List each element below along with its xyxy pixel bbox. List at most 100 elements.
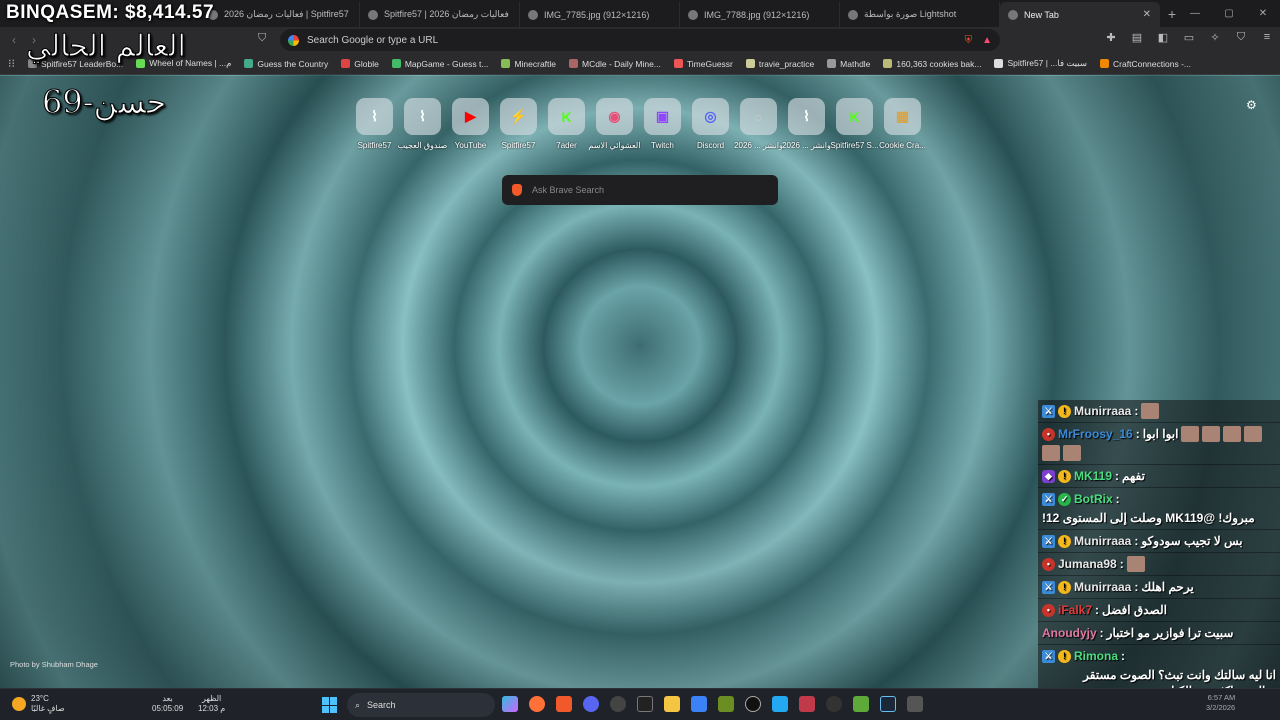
bookmark-item[interactable]: Mathdle [827,59,870,69]
chat-username[interactable]: iFalk7 [1058,602,1092,618]
shortcut-tile[interactable]: ⌇ 2026 ... وانشر [782,98,831,150]
tab-5[interactable]: New Tab ✕ [1000,2,1160,27]
shortcut-tile[interactable]: K 7ader [548,98,585,150]
chat-separator: : [1099,626,1104,640]
page-settings-icon[interactable]: ⚙ [1246,98,1257,112]
close-window-icon[interactable]: ✕ [1246,0,1280,27]
brave-search-box[interactable]: Ask Brave Search [502,175,778,205]
shortcut-icon: ⌇ [356,98,393,135]
chat-username[interactable]: Rimona [1074,648,1118,664]
chat-text: بس لا تجيب سودوكو [1141,534,1243,548]
back-icon[interactable]: ‹ [4,33,24,47]
search-icon: ⌕ [355,699,361,710]
chat-username[interactable]: MrFroosy_16 [1058,426,1133,442]
weather-widget[interactable]: 23°C صافٍ غالبًا [12,694,65,714]
shortcut-icon: ⌇ [404,98,441,135]
chatgpt-icon[interactable] [826,696,842,712]
wallet-icon[interactable]: ▭ [1182,31,1196,44]
tab-2[interactable]: IMG_7785.jpg (912×1216) [520,2,680,27]
chat-username[interactable]: Jumana98 [1058,556,1117,572]
apps-icon[interactable]: ⁝⁝ [8,57,15,70]
shortcut-tile[interactable]: ◎ Discord [692,98,729,150]
photos-icon[interactable] [799,696,815,712]
chat-separator: : [1134,404,1139,418]
github-icon[interactable] [745,696,761,712]
vpn-icon[interactable]: ⛉ [1234,31,1248,44]
bookmark-item[interactable]: MapGame - Guess t... [391,59,488,69]
chat-username[interactable]: BotRix [1074,491,1113,507]
bookmark-item[interactable]: Globle [341,59,379,69]
reader-icon[interactable]: ▤ [1130,31,1144,44]
vscode-icon[interactable] [772,696,788,712]
emote-icon [1042,445,1060,461]
tab-3[interactable]: IMG_7788.jpg (912×1216) [680,2,840,27]
shortcut-tile[interactable]: ◉ العشوائي الاسم [589,98,640,150]
sun-icon [12,697,26,711]
discord-icon[interactable] [583,696,599,712]
menu-icon[interactable]: ≡ [1260,31,1274,44]
obs-icon[interactable] [610,696,626,712]
world-overlay: العالم الحالي [26,29,187,65]
tray-date: 3/2/2026 [1206,703,1236,712]
tab-1[interactable]: Spitfire57 | فعاليات رمضان 2026 [360,2,520,27]
sidebar-icon[interactable]: ◧ [1156,31,1170,44]
brave-lion-icon [512,184,522,196]
taskbar-apps [502,696,923,712]
red-badge-icon: • [1042,557,1055,571]
shortcut-tile[interactable]: K Spitfire57 S... [830,98,879,150]
brave-shield-icon[interactable]: ⛨ [965,35,973,46]
bookmark-item[interactable]: TimeGuessr [673,59,733,69]
chat-username[interactable]: Anoudyjy [1042,625,1097,641]
shortcut-tile[interactable]: ⌇ Spitfire57 [356,98,393,150]
copilot-icon[interactable] [502,696,518,712]
bookmark-item[interactable]: travie_practice [745,59,814,69]
start-icon[interactable] [322,697,338,713]
chat-username[interactable]: Munirraaa [1074,579,1131,595]
shortcut-icon: ◉ [596,98,633,135]
chat-text: يرحم اهلك [1141,580,1194,594]
system-tray-clock[interactable]: 6:57 AM 3/2/2026 [1206,693,1235,713]
chat-username[interactable]: MK119 [1074,468,1112,484]
bookmark-item[interactable]: Guess the Country [244,59,328,69]
taskbar-search[interactable]: ⌕ Search [347,693,495,717]
shortcut-tile[interactable]: ▦ Cookie Cra... [879,98,926,150]
shortcut-tile[interactable]: ▶ YouTube [452,98,489,150]
brave-icon[interactable] [556,696,572,712]
shortcut-tile[interactable]: ⚡ Spitfire57 [500,98,537,150]
epic-icon[interactable] [637,696,653,712]
shortcut-tile[interactable]: ⌇ صندوق العجيب [398,98,447,150]
bookmark-item[interactable]: CraftConnections -... [1100,59,1191,69]
shortcut-tile[interactable]: ▣ Twitch [644,98,681,150]
terminal-icon[interactable] [718,696,734,712]
messenger-icon[interactable] [691,696,707,712]
calculator-icon[interactable] [907,696,923,712]
address-placeholder: Search Google or type a URL [307,34,439,46]
chat-separator: : [1121,649,1126,663]
file-explorer-icon[interactable] [664,696,680,712]
bookmark-item[interactable]: MCdle - Daily Mine... [569,59,661,69]
maximize-icon[interactable]: ▢ [1212,0,1246,27]
leo-icon[interactable]: ✧ [1208,31,1222,44]
brave-rewards-icon[interactable]: ▲ [982,35,992,46]
timer-label: بعد [162,694,173,703]
firefox-icon[interactable] [529,696,545,712]
chat-message: • MrFroosy_16: ابوا ابوا [1038,423,1280,465]
address-bar[interactable]: Search Google or type a URL ⛨ ▲ [280,29,1000,51]
chat-username[interactable]: Munirraaa [1074,403,1131,419]
bookmark-icon[interactable]: ⛉ [258,32,266,45]
tab-0[interactable]: فعاليات رمضان 2026 | Spitfire57 [200,2,360,27]
chat-username[interactable]: Munirraaa [1074,533,1131,549]
bookmark-item[interactable]: Minecraftle [501,59,556,69]
minimize-icon[interactable]: — [1178,0,1212,27]
close-tab-icon[interactable]: ✕ [1143,9,1151,20]
tab-4[interactable]: صورة بواسطة Lightshot [840,2,1000,27]
sub-badge-icon: ! [1058,404,1071,418]
bookmark-item[interactable]: Spitfire57 | ...سبيت فا [994,58,1087,69]
minecraft-icon[interactable] [853,696,869,712]
bookmark-item[interactable]: 160,363 cookies bak... [883,59,981,69]
bookmark-label: Mathdle [840,58,871,69]
steam-icon[interactable] [880,696,896,712]
shortcut-label: العشوائي الاسم [588,141,641,150]
shortcut-tile[interactable]: ○ 2026 ... وانشر [734,98,783,150]
extensions-icon[interactable]: ✚ [1104,31,1118,44]
